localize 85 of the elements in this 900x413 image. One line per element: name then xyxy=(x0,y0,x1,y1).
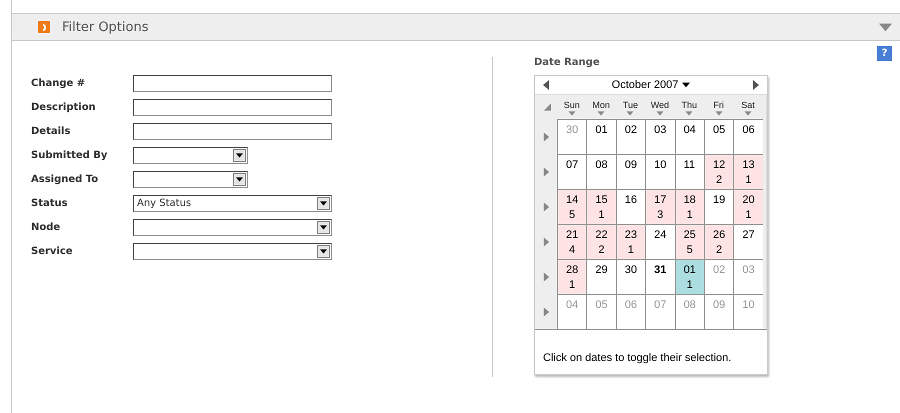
calendar-day[interactable]: 28 1 xyxy=(557,259,586,294)
field-label: Description xyxy=(31,102,97,112)
dropdown[interactable] xyxy=(133,218,332,236)
select-all-icon[interactable] xyxy=(542,102,550,112)
weekday-header[interactable]: Thu xyxy=(674,95,704,119)
dropdown-arrow-icon[interactable] xyxy=(320,200,327,206)
section-label: Date Range xyxy=(534,57,601,68)
calendar-day[interactable]: 10 xyxy=(645,154,675,189)
text-field[interactable] xyxy=(133,98,332,116)
weekday-header[interactable]: Mon xyxy=(586,95,616,119)
calendar-day[interactable]: 25 5 xyxy=(674,224,704,259)
text-field[interactable] xyxy=(133,122,332,140)
calendar-day[interactable]: 07 xyxy=(557,154,586,189)
field-label: Node xyxy=(31,222,62,232)
weekday-header[interactable]: Wed xyxy=(645,95,675,119)
select-week-icon[interactable] xyxy=(542,306,550,316)
dropdown[interactable] xyxy=(133,170,248,188)
select-week-icon[interactable] xyxy=(542,166,550,176)
column-menu-arrow-icon[interactable] xyxy=(566,110,577,117)
calendar-day[interactable]: 17 3 xyxy=(645,189,675,224)
field-label: Service xyxy=(31,246,74,256)
calendar-day[interactable]: 26 2 xyxy=(704,224,734,259)
calendar-day[interactable]: 21 4 xyxy=(557,224,586,259)
calendar-day[interactable]: 30 xyxy=(616,259,646,294)
calendar-day[interactable]: 06 xyxy=(733,119,763,154)
field-label: Status xyxy=(31,198,69,208)
calendar-day[interactable]: 02 xyxy=(616,119,646,154)
select-week-icon[interactable] xyxy=(542,202,550,212)
calendar-day[interactable]: 18 1 xyxy=(674,189,704,224)
column-menu-arrow-icon[interactable] xyxy=(654,110,665,117)
calendar-day[interactable]: 11 xyxy=(674,154,704,189)
help-button[interactable]: ? xyxy=(877,46,892,61)
calendar-day[interactable]: 01 1 xyxy=(674,259,704,294)
weekday-header[interactable]: Sun xyxy=(557,95,586,119)
dropdown-arrow-icon[interactable] xyxy=(320,248,327,254)
calendar-day[interactable]: 01 xyxy=(586,119,616,154)
column-menu-arrow-icon[interactable] xyxy=(625,110,636,117)
dropdown-arrow-icon[interactable] xyxy=(236,176,243,182)
calendar-day[interactable]: 19 xyxy=(704,189,734,224)
panel-title: Filter Options xyxy=(62,20,148,34)
next-month-icon[interactable] xyxy=(751,79,761,91)
dropdown-arrow-icon[interactable] xyxy=(236,152,243,158)
calendar-day[interactable]: 03 xyxy=(645,119,675,154)
dropdown[interactable] xyxy=(133,146,248,164)
select-week-icon[interactable] xyxy=(542,132,550,142)
dropdown-arrow-icon[interactable] xyxy=(320,224,327,230)
collapse-arrow-icon[interactable] xyxy=(879,20,892,34)
calendar-day[interactable]: 04 xyxy=(674,119,704,154)
calendar-day[interactable]: 08 xyxy=(586,154,616,189)
panel-icon xyxy=(38,21,50,33)
column-menu-arrow-icon[interactable] xyxy=(596,110,606,117)
select-week-icon[interactable] xyxy=(542,272,550,282)
dropdown[interactable] xyxy=(133,242,332,260)
previous-month-icon[interactable] xyxy=(541,79,551,91)
caret-icon[interactable] xyxy=(682,81,690,89)
calendar-day[interactable]: 13 1 xyxy=(733,154,763,189)
calendar-day[interactable]: 29 xyxy=(586,259,616,294)
panel-header[interactable]: Filter Options xyxy=(12,13,900,41)
weekday-header[interactable]: Sat xyxy=(733,95,763,119)
weekday-header[interactable]: Tue xyxy=(616,95,646,119)
calendar-day[interactable]: 09 xyxy=(616,154,646,189)
text-field[interactable] xyxy=(133,74,332,92)
calendar-day[interactable]: 20 1 xyxy=(733,189,763,224)
weekday-header[interactable]: Fri xyxy=(704,95,734,119)
calendar-day[interactable]: 16 xyxy=(616,189,646,224)
field-label: Assigned To xyxy=(31,174,100,184)
column-menu-arrow-icon[interactable] xyxy=(743,110,754,117)
field-label: Details xyxy=(31,126,72,136)
calendar-day[interactable]: 31 xyxy=(645,259,675,294)
field-label: Submitted By xyxy=(31,150,108,160)
calendar-day[interactable]: 14 5 xyxy=(557,189,586,224)
column-menu-arrow-icon[interactable] xyxy=(714,110,724,117)
select-week-icon[interactable] xyxy=(542,236,550,246)
dropdown[interactable]: Any Status xyxy=(133,194,332,212)
calendar-day[interactable]: 15 1 xyxy=(586,189,616,224)
month-picker[interactable]: October 2007 xyxy=(612,79,690,91)
calendar-day[interactable]: 22 2 xyxy=(586,224,616,259)
field-label: Change # xyxy=(31,78,86,88)
calendar-day[interactable]: 24 xyxy=(645,224,675,259)
calendar-day[interactable]: 27 xyxy=(733,224,763,259)
calendar-day[interactable]: 12 2 xyxy=(704,154,734,189)
calendar-day[interactable]: 23 1 xyxy=(616,224,646,259)
hint-text: Click on dates to toggle their selection. xyxy=(535,329,767,374)
calendar-day[interactable]: 05 xyxy=(704,119,734,154)
column-menu-arrow-icon[interactable] xyxy=(684,110,694,117)
